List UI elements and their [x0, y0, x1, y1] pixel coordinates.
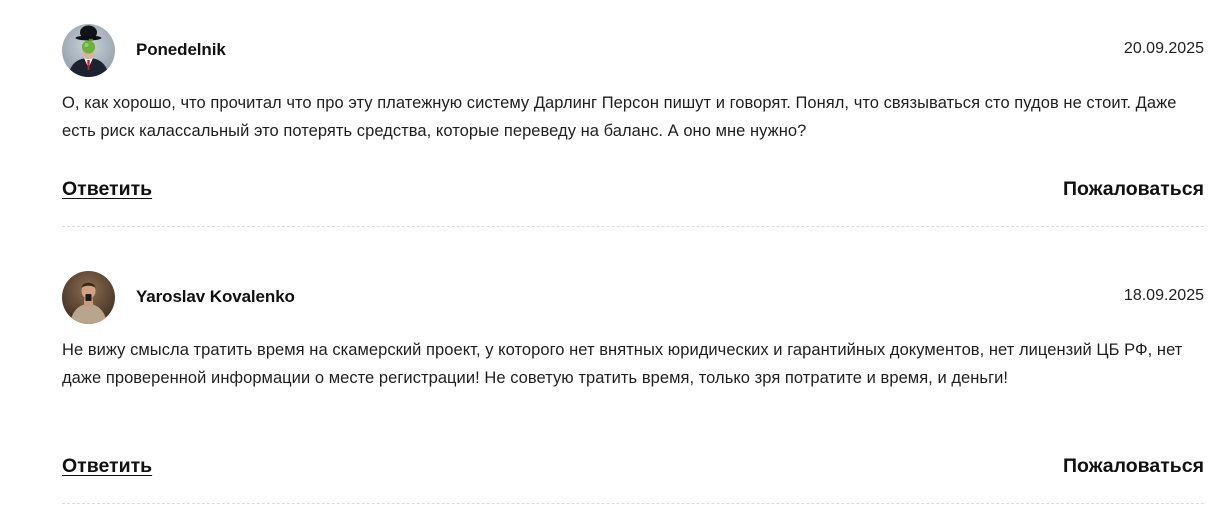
comment-item: Yaroslav Kovalenko 18.09.2025 Не вижу см…	[62, 247, 1204, 504]
comment-text: Не вижу смысла тратить время на скамерск…	[62, 341, 1183, 387]
man-bowler-hat-apple-avatar	[62, 24, 115, 77]
comment-text: О, как хорошо, что прочитал что про эту …	[62, 94, 1177, 140]
report-link[interactable]: Пожаловаться	[1063, 178, 1204, 201]
comment-divider	[62, 226, 1204, 227]
reply-link[interactable]: Ответить	[62, 178, 152, 201]
comment-date: 20.09.2025	[1123, 40, 1204, 57]
comment-item: Ponedelnik 20.09.2025 О, как хорошо, что…	[62, 0, 1204, 227]
comment-feed: Ponedelnik 20.09.2025 О, как хорошо, что…	[0, 0, 1223, 530]
reply-link[interactable]: Ответить	[62, 455, 152, 478]
comment-author: Yaroslav Kovalenko	[136, 287, 295, 306]
comment-header: Yaroslav Kovalenko 18.09.2025	[62, 271, 1204, 325]
comment-date: 18.09.2025	[1123, 287, 1204, 304]
comment-actions: Ответить Пожаловаться	[62, 178, 1204, 208]
man-mirror-selfie-avatar	[62, 271, 115, 324]
comment-actions: Ответить Пожаловаться	[62, 455, 1204, 485]
comment-divider	[62, 503, 1204, 504]
report-link[interactable]: Пожаловаться	[1063, 455, 1204, 478]
avatar	[62, 271, 115, 324]
comment-header: Ponedelnik 20.09.2025	[62, 24, 1204, 78]
comment-author: Ponedelnik	[136, 40, 226, 59]
avatar	[62, 24, 115, 77]
